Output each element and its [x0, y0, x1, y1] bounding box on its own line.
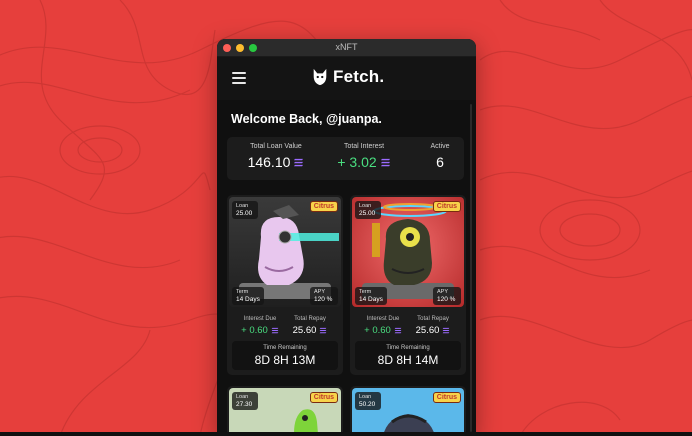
solana-icon: [294, 158, 304, 166]
apy-chip: APY 120 %: [433, 287, 461, 305]
app-window: xNFT Fetch. Welcome Back, @juanpa. Total…: [217, 39, 476, 436]
loan-chip: Loan 25.00: [355, 201, 381, 219]
collection-badge: Citrus: [309, 392, 338, 403]
stat-value: 146.10: [247, 154, 291, 170]
nft-image: Loan 25.00 Citrus Term 14 Days APY 120 %: [229, 197, 341, 307]
loan-chip: Loan 50.20: [355, 392, 381, 410]
nft-image: Loan 25.00 Citrus Term 14 Days APY 120 %: [352, 197, 464, 307]
term-chip: Term 14 Days: [355, 287, 387, 305]
interest-due: Interest Due + 0.60: [358, 316, 408, 336]
nft-image: Loan 27.30 Citrus: [229, 388, 341, 436]
solana-icon: [380, 158, 390, 166]
collection-badge: Citrus: [309, 201, 338, 212]
collection-badge: Citrus: [432, 201, 461, 212]
stat-value: 6: [436, 154, 444, 170]
window-titlebar[interactable]: xNFT: [217, 39, 476, 57]
total-repay: Total Repay 25.60: [415, 316, 450, 336]
loan-chip: Loan 25.00: [232, 201, 258, 219]
stat-value: + 3.02: [337, 154, 377, 170]
menu-icon[interactable]: [232, 72, 246, 84]
app-header: Fetch.: [217, 57, 476, 100]
solana-icon: [320, 327, 327, 334]
time-remaining: Time Remaining 8D 8H 13M: [232, 341, 338, 370]
stat-label: Active: [430, 143, 450, 150]
stat-label: Total Interest: [343, 143, 385, 150]
bottom-edge: [0, 432, 692, 436]
total-repay: Total Repay 25.60: [292, 316, 327, 336]
loan-chip: Loan 27.30: [232, 392, 258, 410]
stat-total-interest: Total Interest + 3.02: [327, 143, 401, 170]
stats-panel: Total Loan Value 146.10 Total Interest +…: [227, 137, 464, 180]
loan-card[interactable]: Loan 25.00 Citrus Term 14 Days APY 120 %…: [227, 195, 343, 375]
term-chip: Term 14 Days: [232, 287, 264, 305]
loan-card[interactable]: Loan 50.20 Citrus: [350, 386, 466, 436]
solana-icon: [394, 327, 402, 334]
nft-image: Loan 50.20 Citrus: [352, 388, 464, 436]
stat-total-loan: Total Loan Value 146.10: [239, 143, 313, 170]
stat-active: Active 6: [423, 143, 457, 170]
collection-badge: Citrus: [432, 392, 461, 403]
fetch-logo-icon: [313, 68, 327, 86]
apy-chip: APY 120 %: [310, 287, 338, 305]
loan-card[interactable]: Loan 27.30 Citrus: [227, 386, 343, 436]
window-title: xNFT: [335, 42, 358, 52]
interest-due: Interest Due + 0.60: [235, 316, 285, 336]
main-content[interactable]: Welcome Back, @juanpa. Total Loan Value …: [217, 100, 476, 436]
logo-text: Fetch.: [333, 67, 385, 86]
welcome-heading: Welcome Back, @juanpa.: [231, 112, 382, 126]
time-remaining: Time Remaining 8D 8H 14M: [355, 341, 461, 370]
loan-card[interactable]: Loan 25.00 Citrus Term 14 Days APY 120 %…: [350, 195, 466, 375]
fetch-logo: Fetch.: [311, 67, 384, 87]
scrollbar[interactable]: [470, 104, 472, 432]
stat-label: Total Loan Value: [250, 143, 302, 150]
solana-icon: [443, 327, 450, 334]
solana-icon: [271, 327, 279, 334]
